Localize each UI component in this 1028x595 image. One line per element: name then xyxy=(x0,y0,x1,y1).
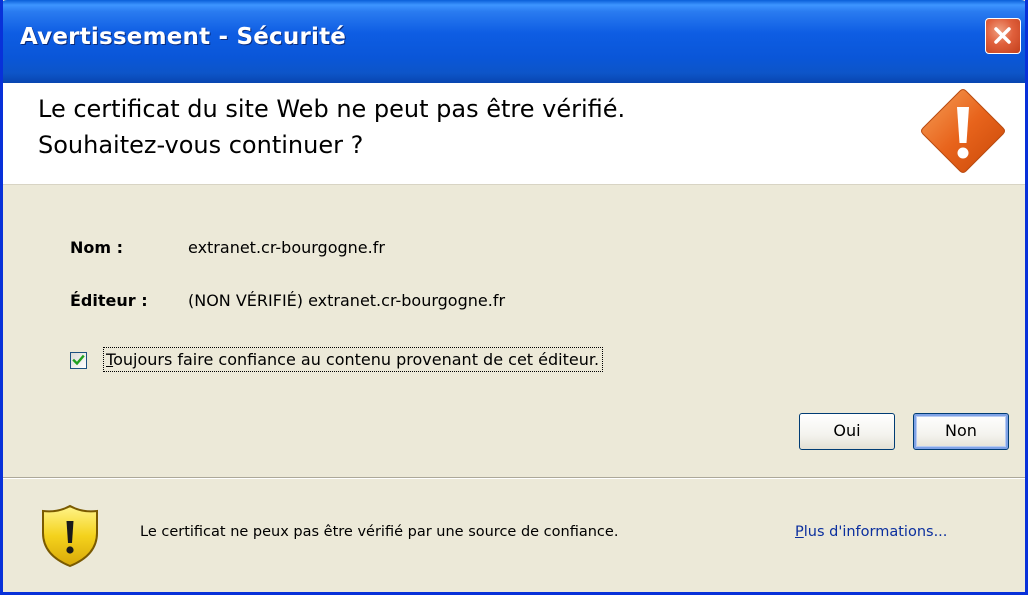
publisher-value: (NON VÉRIFIÉ) extranet.cr-bourgogne.fr xyxy=(188,291,506,310)
trust-publisher-label[interactable]: Toujours faire confiance au contenu prov… xyxy=(103,347,604,372)
title-bar[interactable]: Avertissement - Sécurité xyxy=(3,0,1025,83)
trust-publisher-text: oujours faire confiance au contenu prove… xyxy=(113,350,600,369)
footer-message: Le certificat ne peux pas être vérifié p… xyxy=(140,524,619,540)
dialog-body: Nom : extranet.cr-bourgogne.fr Éditeur :… xyxy=(3,185,1025,477)
warning-diamond-icon xyxy=(921,89,1005,173)
headline-line-1: Le certificat du site Web ne peut pas êt… xyxy=(38,95,626,123)
access-key-p: P xyxy=(795,524,804,540)
access-key-t: T xyxy=(106,350,114,369)
dialog-header: Le certificat du site Web ne peut pas êt… xyxy=(3,83,1025,185)
name-label: Nom : xyxy=(70,238,124,257)
trust-publisher-checkbox[interactable] xyxy=(70,352,87,369)
more-info-link[interactable]: Plus d'informations... xyxy=(795,524,947,540)
yes-button[interactable]: Oui xyxy=(799,413,895,450)
headline: Le certificat du site Web ne peut pas êt… xyxy=(38,91,625,163)
headline-line-2: Souhaitez-vous continuer ? xyxy=(38,131,364,159)
publisher-label: Éditeur : xyxy=(70,291,148,310)
footer-divider-highlight xyxy=(3,478,1025,479)
more-info-text: lus d'informations... xyxy=(803,524,948,540)
checkmark-icon xyxy=(72,354,85,366)
window-title: Avertissement - Sécurité xyxy=(20,24,347,50)
no-button[interactable]: Non xyxy=(913,413,1009,450)
close-icon xyxy=(994,27,1011,44)
warning-shield-icon xyxy=(42,504,98,568)
close-button[interactable] xyxy=(985,18,1021,54)
security-warning-dialog: Avertissement - Sécurité Le certificat d… xyxy=(0,0,1028,595)
name-value: extranet.cr-bourgogne.fr xyxy=(188,238,385,257)
